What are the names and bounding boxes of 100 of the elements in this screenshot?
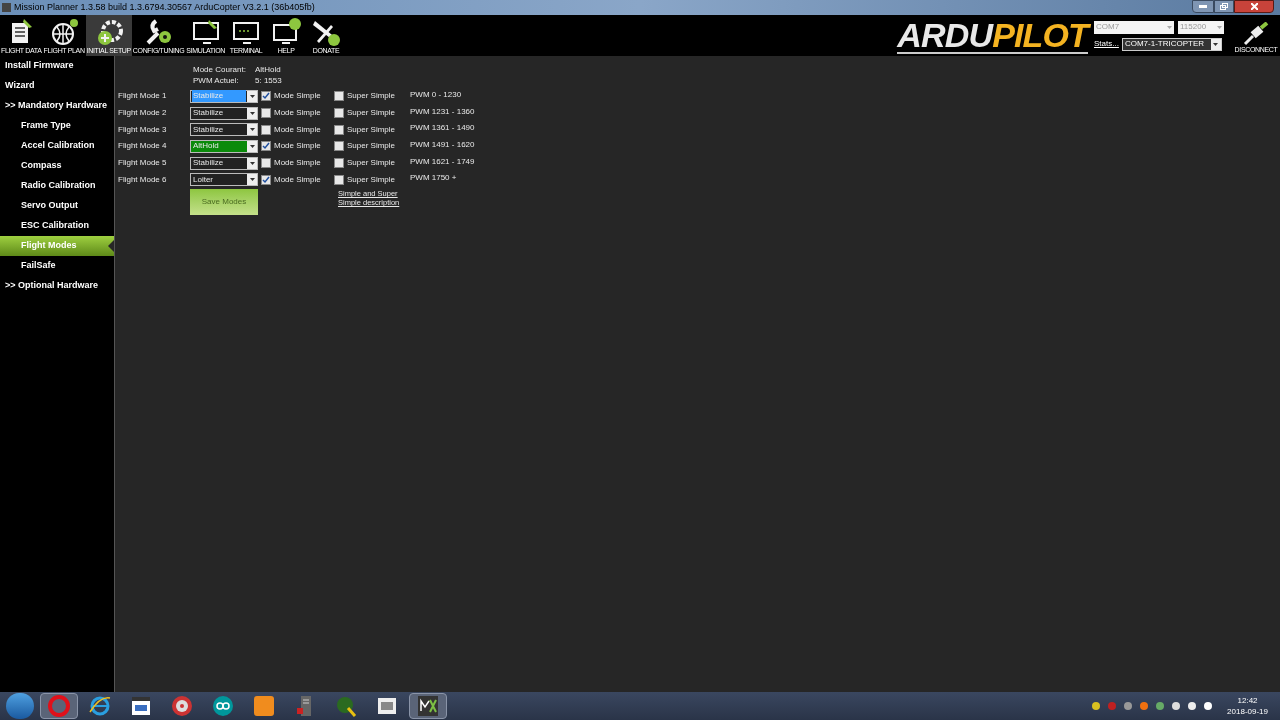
pwm-range: PWM 1361 - 1490 <box>410 122 475 135</box>
pwm-range: PWM 1491 - 1620 <box>410 138 475 151</box>
pwm-range: PWM 1750 + <box>410 172 457 185</box>
mode-dropdown[interactable]: Stabilize <box>190 156 258 170</box>
sidebar-item[interactable]: Wizard <box>0 76 114 96</box>
caret-icon <box>249 178 255 182</box>
sidebar-item[interactable]: >> Optional Hardware <box>0 276 114 296</box>
minimize-icon <box>1199 5 1207 8</box>
checkbox[interactable] <box>334 124 344 135</box>
app-icon <box>170 694 194 718</box>
clock-time: 12:42 <box>1237 695 1258 706</box>
globe-icon <box>49 17 80 47</box>
caret-icon <box>249 94 255 98</box>
sidebar-item[interactable]: >> Mandatory Hardware <box>0 96 114 116</box>
checkbox[interactable] <box>261 124 271 135</box>
pointer-icon <box>108 240 114 252</box>
checkbox-label: Mode Simple <box>274 157 321 170</box>
start-button[interactable] <box>6 693 34 719</box>
checkbox-label: Mode Simple <box>274 173 321 186</box>
checkbox-label: Super Simple <box>347 107 396 120</box>
app-icon <box>416 694 440 718</box>
checkbox-label: Super Simple <box>347 157 396 170</box>
tray-icon <box>1203 701 1214 711</box>
flight-mode-label: Flight Mode 6 <box>118 173 168 186</box>
caret-icon <box>1213 42 1219 46</box>
restore-button[interactable] <box>1214 0 1234 13</box>
tray-icon <box>1107 701 1118 711</box>
caret-icon <box>249 111 255 115</box>
taskbar-button[interactable] <box>409 693 447 719</box>
checkbox[interactable] <box>334 91 344 102</box>
checkbox-label: Mode Simple <box>274 140 321 153</box>
checkbox[interactable] <box>334 174 344 185</box>
flight-mode-label: Flight Mode 4 <box>118 140 168 153</box>
caret-icon <box>249 128 255 132</box>
close-button[interactable] <box>1234 0 1274 13</box>
tray-icon <box>1123 701 1134 711</box>
sidebar-item[interactable]: Servo Output <box>0 196 114 216</box>
sidebar-item[interactable]: Radio Calibration <box>0 176 114 196</box>
app-icon <box>47 694 71 718</box>
caret-icon <box>1167 25 1172 29</box>
mode-dropdown[interactable]: Stabilize <box>190 123 258 137</box>
flight-mode-label: Flight Mode 5 <box>118 157 168 170</box>
checkbox-label: Mode Simple <box>274 107 321 120</box>
pwm-range: PWM 1231 - 1360 <box>410 105 475 118</box>
mode-dropdown[interactable]: AltHold <box>190 139 258 153</box>
checkbox[interactable] <box>334 108 344 119</box>
checkbox-label: Mode Simple <box>274 90 321 103</box>
mode-dropdown[interactable]: Loiter <box>190 173 258 187</box>
sidebar-item[interactable]: Compass <box>0 156 114 176</box>
vehicle-dropdown[interactable]: COM7-1-TRICOPTER <box>1121 37 1222 51</box>
tray-icon <box>1091 701 1102 711</box>
app-icon <box>2 3 11 12</box>
app-icon <box>129 694 153 718</box>
app-icon <box>211 694 235 718</box>
restore-icon <box>1220 3 1228 10</box>
checkbox[interactable] <box>261 91 271 102</box>
check-icon <box>262 92 270 101</box>
app-icon <box>252 694 276 718</box>
check-icon <box>262 175 270 184</box>
minimize-button[interactable] <box>1192 0 1214 13</box>
checkbox[interactable] <box>261 158 271 169</box>
flight-mode-label: Flight Mode 1 <box>118 90 168 103</box>
checkbox-label: Mode Simple <box>274 123 321 136</box>
check-icon <box>262 142 270 151</box>
tray-icon <box>1187 701 1198 711</box>
caret-icon <box>1217 25 1222 29</box>
sidebar-item[interactable]: ESC Calibration <box>0 216 114 236</box>
checkbox[interactable] <box>261 141 271 152</box>
checkbox[interactable] <box>334 158 344 169</box>
sidebar-item[interactable]: FailSafe <box>0 256 114 276</box>
mode-dropdown[interactable]: Stabilize <box>190 106 258 120</box>
save-modes-button[interactable]: Save Modes <box>190 189 258 216</box>
caret-icon <box>249 144 255 148</box>
caret-icon <box>249 161 255 165</box>
pwm-range: PWM 1621 - 1749 <box>410 155 475 168</box>
tray-icon <box>1155 701 1166 711</box>
plug-icon <box>1243 22 1269 46</box>
tray-icon <box>1171 701 1182 711</box>
toolbar-icon <box>190 17 221 47</box>
app-icon <box>88 694 112 718</box>
checkbox[interactable] <box>261 108 271 119</box>
close-icon <box>1250 3 1258 10</box>
window-title: Mission Planner 1.3.58 build 1.3.6794.30567 ArduCopter V3.2.1 (36b405fb) <box>14 0 315 14</box>
app-icon <box>334 694 358 718</box>
sidebar-item[interactable]: Install Firmware <box>0 56 114 76</box>
flight-mode-label: Flight Mode 2 <box>118 107 168 120</box>
sidebar-item[interactable]: Accel Calibration <box>0 136 114 156</box>
stats-link[interactable]: Stats... <box>1094 38 1119 50</box>
status-label: Mode Courant: <box>193 64 247 75</box>
tray-icon <box>1139 701 1150 711</box>
status-label: PWM Actuel: <box>193 75 240 86</box>
checkbox-label: Super Simple <box>347 123 396 136</box>
status-value: AltHold <box>255 64 282 75</box>
pwm-range: PWM 0 - 1230 <box>410 88 462 101</box>
checkbox[interactable] <box>334 141 344 152</box>
help-icon <box>271 17 302 47</box>
sidebar-item[interactable]: Frame Type <box>0 116 114 136</box>
flight-mode-label: Flight Mode 3 <box>118 123 168 136</box>
checkbox-label: Super Simple <box>347 173 396 186</box>
checkbox[interactable] <box>261 174 271 185</box>
